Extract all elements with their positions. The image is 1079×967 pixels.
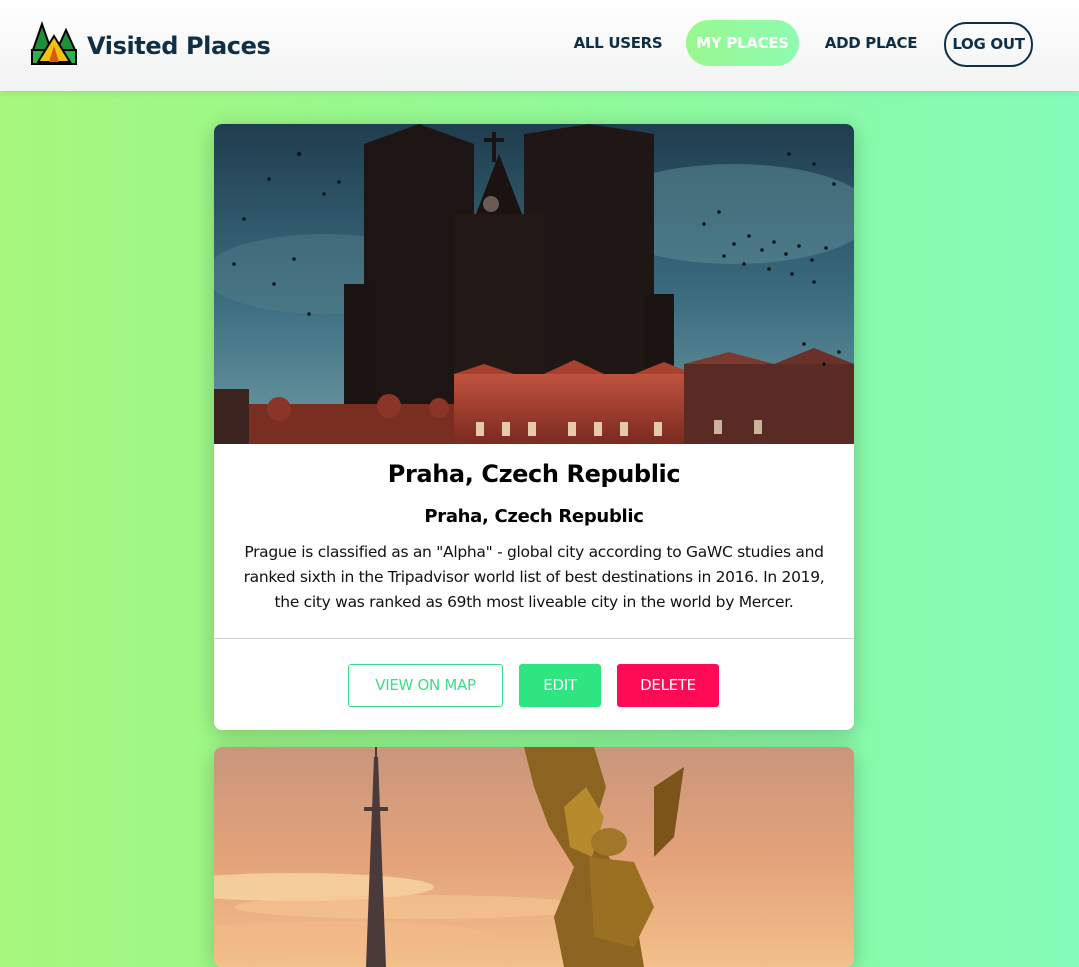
delete-button[interactable]: DELETE [617, 664, 719, 707]
top-header: Visited Places ALL USERS MY PLACES ADD P… [0, 0, 1079, 91]
place-image [214, 124, 854, 444]
place-image [214, 747, 854, 967]
logout-button[interactable]: LOG OUT [944, 22, 1033, 67]
place-description: Prague is classified as an "Alpha" - glo… [243, 543, 825, 611]
camping-tent-icon[interactable] [30, 20, 78, 68]
nav-all-users[interactable]: ALL USERS [571, 20, 665, 66]
place-card [214, 747, 854, 967]
place-card: Praha, Czech Republic Praha, Czech Repub… [214, 124, 854, 730]
place-title: Praha, Czech Republic [387, 460, 681, 488]
view-on-map-button[interactable]: VIEW ON MAP [348, 664, 503, 707]
place-address: Praha, Czech Republic [424, 506, 644, 527]
card-divider [214, 638, 854, 639]
nav-my-places[interactable]: MY PLACES [686, 20, 799, 66]
nav-add-place[interactable]: ADD PLACE [820, 20, 922, 66]
app-title[interactable]: Visited Places [87, 32, 271, 60]
edit-button[interactable]: EDIT [519, 664, 601, 707]
